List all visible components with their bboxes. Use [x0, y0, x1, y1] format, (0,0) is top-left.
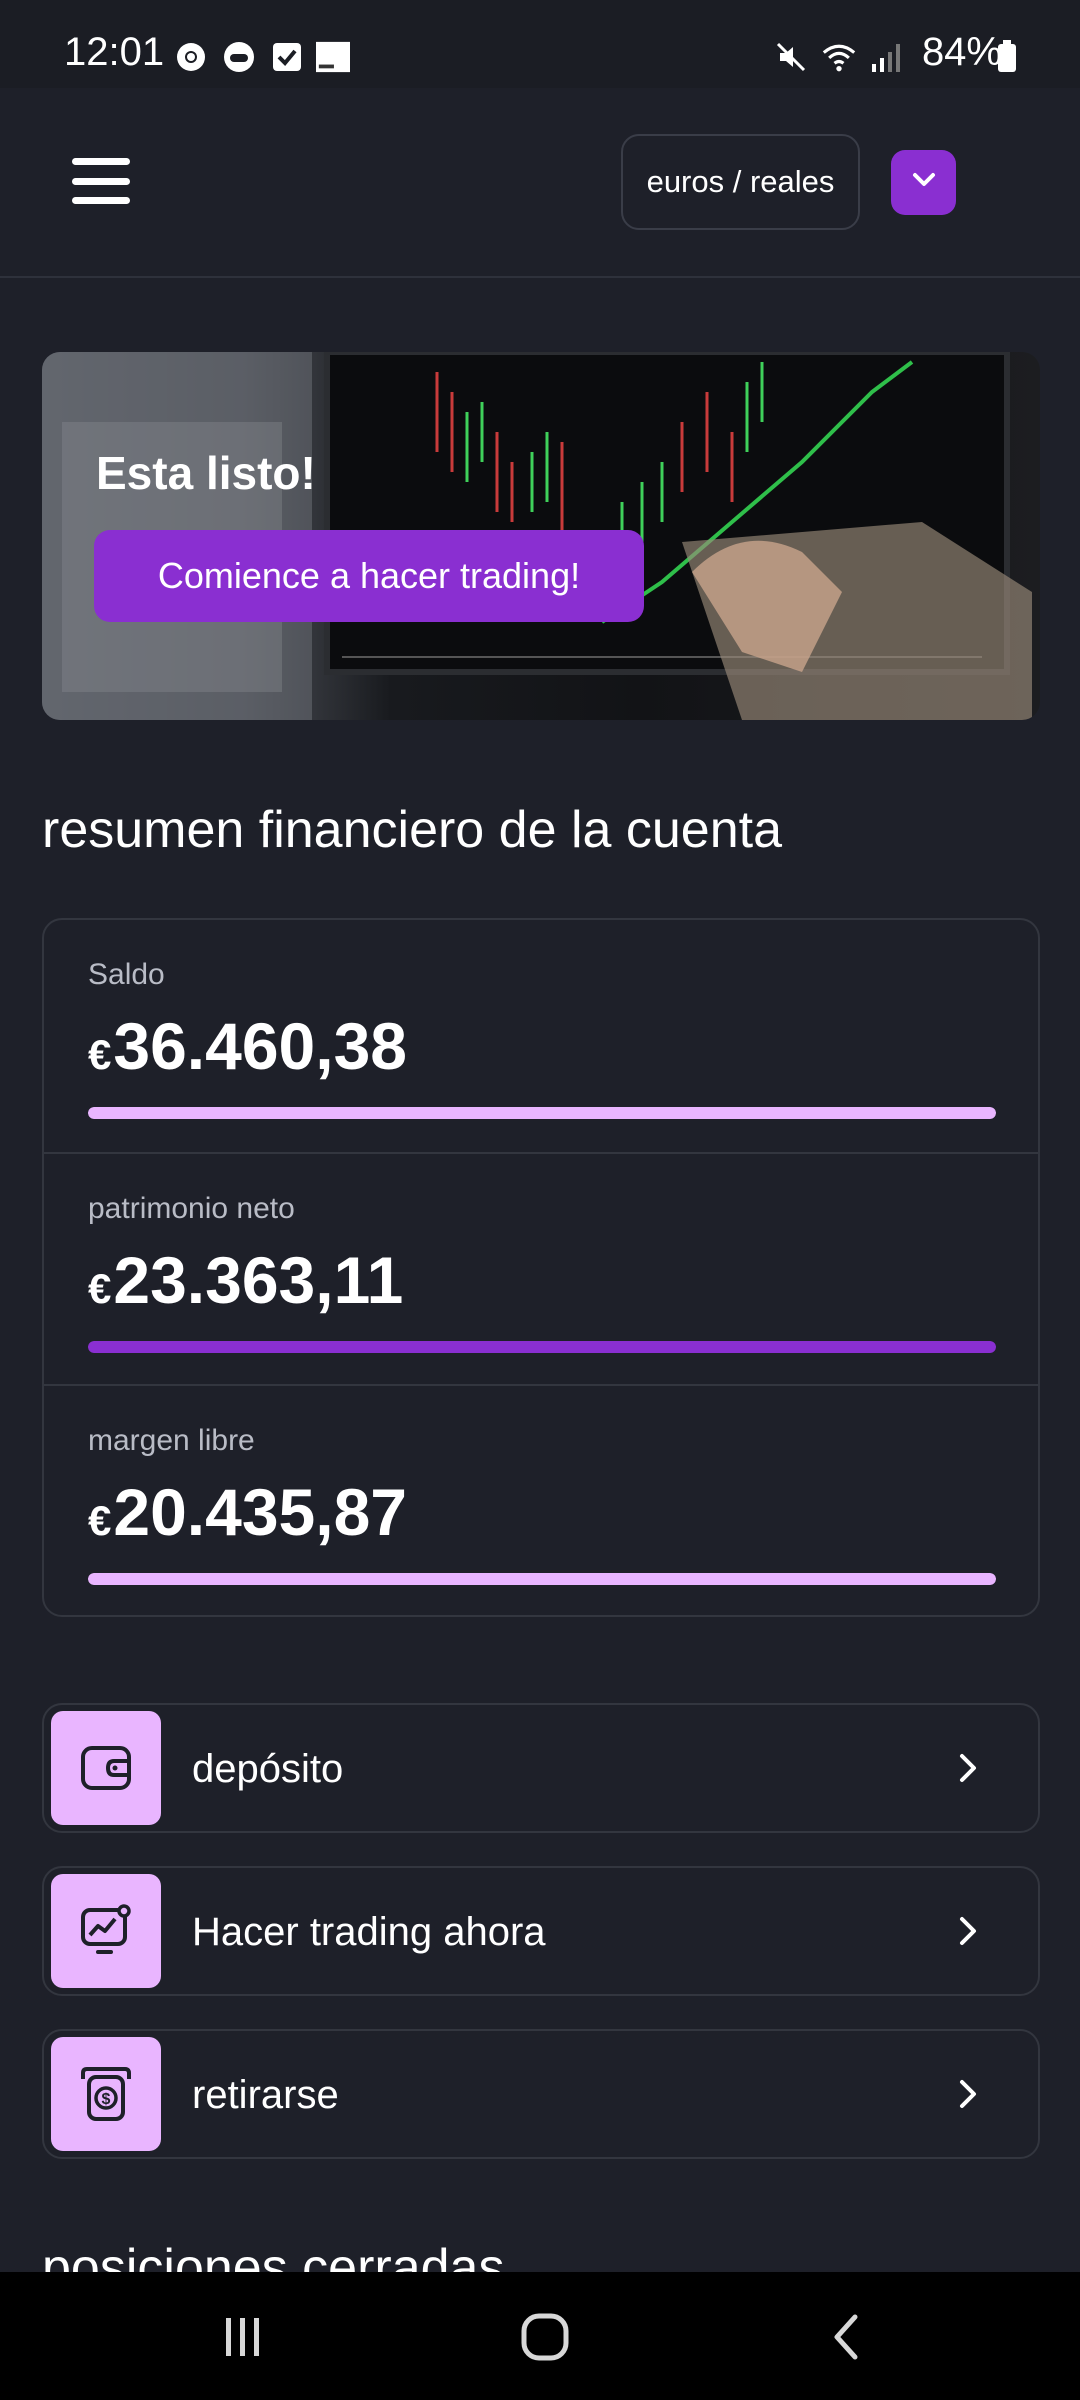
currency-symbol: €: [88, 1031, 112, 1078]
metric-progress-fill: [88, 1107, 996, 1119]
action-label: depósito: [192, 1747, 344, 1791]
battery-icon: [990, 40, 1024, 74]
banner-title: Esta listo!: [96, 447, 316, 499]
status-time: 12:01: [64, 30, 165, 74]
summary-title: resumen financiero de la cuenta: [42, 801, 783, 859]
back-icon[interactable]: [812, 2302, 882, 2372]
trading-chart-icon: [51, 1874, 161, 1988]
recent-apps-icon[interactable]: [208, 2302, 278, 2372]
action-label: retirarse: [192, 2073, 339, 2117]
start-trading-button[interactable]: Comience a hacer trading!: [94, 530, 644, 622]
currency-symbol: €: [88, 1497, 112, 1544]
metric-progress-bar: [88, 1107, 996, 1119]
status-bar: 12:01 84%: [0, 0, 1080, 88]
withdraw-dollar-icon: $: [51, 2037, 161, 2151]
currency-symbol: €: [88, 1265, 112, 1312]
metric-label: patrimonio neto: [88, 1192, 295, 1225]
signal-icon: [870, 40, 904, 74]
chrome-icon: [174, 40, 208, 74]
checkbox-notification-icon: [270, 40, 304, 74]
action-label: Hacer trading ahora: [192, 1910, 546, 1954]
orange-app-icon: [316, 40, 350, 74]
metric-patrimonio-neto: patrimonio neto €23.363,11: [44, 1152, 1038, 1384]
metric-progress-fill: [88, 1341, 996, 1353]
metric-amount: 20.435,87: [113, 1475, 407, 1549]
game-controller-icon: [222, 40, 256, 74]
account-dropdown-button[interactable]: [891, 150, 956, 215]
app-header: euros / reales: [0, 88, 1080, 278]
metric-value: €23.363,11: [88, 1242, 403, 1318]
metric-label: margen libre: [88, 1424, 255, 1457]
wifi-icon: [822, 40, 856, 74]
metric-progress-bar: [88, 1341, 996, 1353]
app-screen: 12:01 84% euros / reales Esta listo! Com…: [0, 0, 1080, 2400]
hamburger-menu-icon[interactable]: [72, 158, 130, 204]
metric-amount: 23.363,11: [113, 1243, 404, 1317]
metric-value: €36.460,38: [88, 1008, 407, 1084]
metric-progress-fill: [88, 1573, 996, 1585]
metric-saldo: Saldo €36.460,38: [44, 920, 1038, 1152]
mute-icon: [774, 40, 808, 74]
metric-margen-libre: margen libre €20.435,87: [44, 1384, 1038, 1616]
svg-text:$: $: [102, 2091, 111, 2108]
metric-value: €20.435,87: [88, 1474, 407, 1550]
deposit-button[interactable]: depósito: [42, 1703, 1040, 1833]
trade-now-button[interactable]: Hacer trading ahora: [42, 1866, 1040, 1996]
metric-label: Saldo: [88, 958, 165, 991]
chevron-right-icon: [948, 1911, 988, 1951]
system-nav-bar: [0, 2272, 1080, 2400]
chevron-down-icon: [911, 171, 937, 194]
chevron-right-icon: [948, 2074, 988, 2114]
metric-amount: 36.460,38: [113, 1009, 407, 1083]
chevron-right-icon: [948, 1748, 988, 1788]
promo-banner: Esta listo! Comience a hacer trading!: [42, 352, 1040, 720]
wallet-icon: [51, 1711, 161, 1825]
withdraw-button[interactable]: $ retirarse: [42, 2029, 1040, 2159]
metric-progress-bar: [88, 1573, 996, 1585]
account-selector[interactable]: euros / reales: [621, 134, 860, 230]
account-summary-card: Saldo €36.460,38 patrimonio neto €23.363…: [42, 918, 1040, 1617]
home-icon[interactable]: [510, 2302, 580, 2372]
